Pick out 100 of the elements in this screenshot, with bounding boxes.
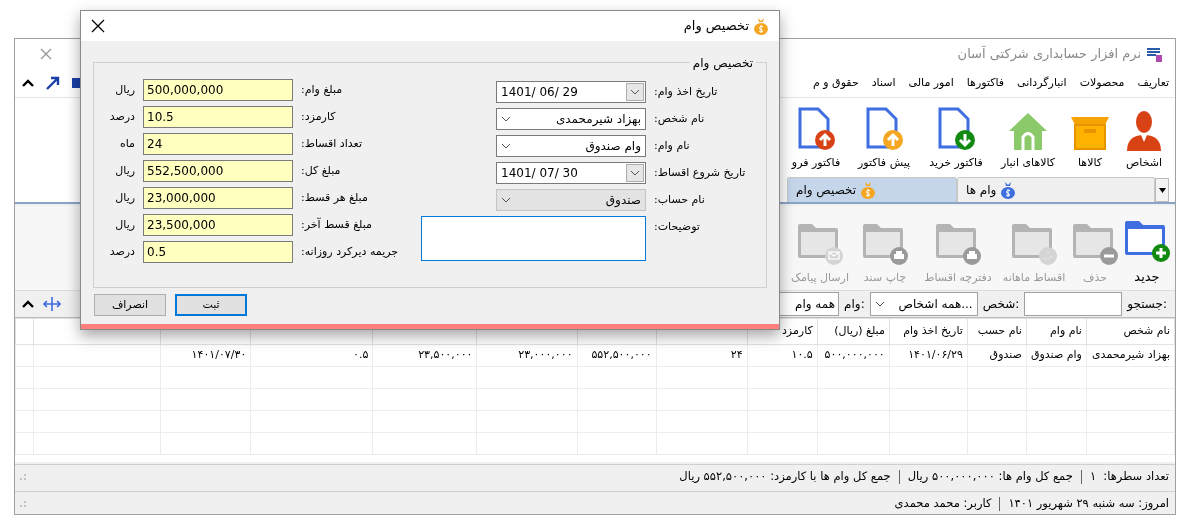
box-icon xyxy=(1069,114,1111,151)
folder-icon xyxy=(1071,221,1119,268)
text-field[interactable]: 23,500,000 xyxy=(143,214,293,236)
tab[interactable]: تخصیص وام xyxy=(787,177,957,202)
field-label: مبلغ کل: xyxy=(301,162,342,179)
table-cell: ۵۵۲,۵۰۰,۰۰۰ xyxy=(591,348,652,362)
table-cell: وام صندوق xyxy=(1030,348,1082,362)
money-bag-icon xyxy=(753,17,769,35)
search-field[interactable] xyxy=(1024,292,1123,316)
window-title: نرم افزار حسابداری شرکتی آسان xyxy=(957,44,1141,64)
unit-label: درصد xyxy=(108,108,135,125)
person-icon xyxy=(1126,108,1162,151)
folder-icon xyxy=(934,221,982,268)
resize-grip-icon xyxy=(19,500,27,508)
field-label: نام وام: xyxy=(654,138,691,154)
document-icon xyxy=(864,106,904,151)
close-icon[interactable] xyxy=(91,19,105,33)
text-field[interactable]: 23,000,000 xyxy=(143,187,293,209)
table-cell: ۱۴۰۱/۰۷/۳۰ xyxy=(191,348,247,362)
notes-field[interactable] xyxy=(421,216,646,261)
field-label: مبلغ وام: xyxy=(301,81,344,98)
status-text: جمع کل وام ها: ۵۰۰,۰۰۰,۰۰۰ ریال xyxy=(907,468,1073,486)
document-icon xyxy=(936,106,976,151)
chevron-down-icon xyxy=(501,143,511,149)
table-cell: ۲۳,۵۰۰,۰۰۰ xyxy=(418,348,473,362)
dropdown[interactable]: وام صندوق xyxy=(496,135,646,157)
house-icon xyxy=(1007,110,1049,151)
table-cell: صندوق xyxy=(989,348,1022,362)
dropdown[interactable]: بهزاد شیرمحمدی xyxy=(496,108,646,130)
folder-icon xyxy=(796,221,844,268)
caret-up-icon[interactable] xyxy=(21,299,35,309)
chevron-down-icon xyxy=(501,116,511,122)
menu-item[interactable]: تعاریف xyxy=(1137,74,1169,92)
field-label: تاریخ اخذ وام: xyxy=(654,84,719,100)
table-cell: ۱۰.۵ xyxy=(791,348,813,362)
triangle-down-icon xyxy=(1158,187,1166,193)
menu-item[interactable]: محصولات xyxy=(1079,74,1125,92)
menu-item[interactable]: امور مالی xyxy=(908,74,954,92)
footer-text: امروز: سه شنبه ۲۹ شهریور ۱۴۰۱ xyxy=(1008,495,1169,513)
toolbar-button[interactable]: اشخاص xyxy=(1117,108,1171,171)
menu-item[interactable]: انبارگردانی xyxy=(1017,74,1067,92)
loan-label: وام: xyxy=(844,296,865,313)
table-cell: ۱۴۰۱/۰۶/۲۹ xyxy=(908,348,963,362)
document-icon xyxy=(796,106,836,151)
dialog-title: تخصیص وام xyxy=(683,17,749,36)
toolbar-button[interactable]: فاکتور خرید xyxy=(921,106,991,171)
tab[interactable]: وام ها xyxy=(957,177,1155,202)
unit-label: ماه xyxy=(119,135,135,152)
caret-up-icon[interactable] xyxy=(21,78,35,88)
date-picker[interactable]: 1401/ 06/ 29 xyxy=(496,81,646,103)
text-field[interactable]: 0.5 xyxy=(143,241,293,263)
table-cell: ۵۰۰,۰۰۰,۰۰۰ xyxy=(824,348,885,362)
field-label: تاریخ شروع اقساط: xyxy=(654,165,747,181)
person-label: شخص: xyxy=(982,296,1020,313)
unit-label: ریال xyxy=(114,162,135,179)
toolbar-button[interactable]: پیش فاکتور xyxy=(849,106,919,171)
menu-item[interactable]: فاکتورها xyxy=(966,74,1005,92)
date-picker[interactable]: 1401/ 07/ 30 xyxy=(496,162,646,184)
folder-icon xyxy=(1010,221,1058,268)
field-label: مبلغ هر قسط: xyxy=(301,189,369,206)
field-label: نام شخص: xyxy=(654,111,706,127)
text-field[interactable]: 500,000,000 xyxy=(143,79,293,101)
chevron-down-icon xyxy=(874,301,885,307)
field-label: تعداد اقساط: xyxy=(301,135,363,152)
toolbar-button[interactable]: فاکتور فرو xyxy=(785,106,847,171)
toolbar-button[interactable]: کالاها xyxy=(1065,114,1115,171)
money-bag-icon xyxy=(860,181,877,199)
dialog-button[interactable]: ثبت xyxy=(175,294,247,316)
status-text: جمع کل وام ها با کارمزد: ۵۵۲,۵۰۰,۰۰۰ ریال xyxy=(679,468,891,486)
dropdown-button-icon[interactable] xyxy=(626,83,644,101)
field-label: جریمه دیرکرد روزانه: xyxy=(301,243,400,260)
field-label: کارمزد: xyxy=(301,108,337,125)
table-cell: ۲۳,۰۰۰,۰۰۰ xyxy=(518,348,573,362)
toolbar-button[interactable]: جدید xyxy=(1121,218,1173,286)
person-dropdown[interactable]: همه اشخاص... xyxy=(869,292,978,316)
arrow-icon[interactable] xyxy=(45,76,61,90)
text-field[interactable]: 10.5 xyxy=(143,106,293,128)
money-bag-icon xyxy=(1000,181,1017,199)
table-cell: ۲۴ xyxy=(730,348,743,362)
move-arrows-icon[interactable] xyxy=(43,296,61,312)
dialog-button[interactable]: انصراف xyxy=(94,294,166,316)
toolbar-button[interactable]: کالاهای انبار xyxy=(993,110,1063,171)
table-cell: بهزاد شیرمحمدی xyxy=(1092,348,1170,362)
folder-icon xyxy=(861,221,909,268)
menu-item[interactable]: حقوق و م xyxy=(813,74,859,92)
tab-menu-button[interactable] xyxy=(1155,178,1169,202)
field-label: مبلغ قسط آخر: xyxy=(301,216,373,233)
text-field[interactable]: 552,500,000 xyxy=(143,160,293,182)
dropdown-button-icon[interactable] xyxy=(626,164,644,182)
app-logo-icon xyxy=(1145,45,1163,63)
menu-item[interactable]: اسناد xyxy=(871,74,896,92)
folder-icon xyxy=(1123,218,1171,265)
status-text: تعداد سطرها: ۱ xyxy=(1089,468,1169,486)
unit-label: ریال xyxy=(114,216,135,233)
field-label: توضیحات: xyxy=(654,219,701,235)
table-cell: ۰.۵ xyxy=(353,348,369,362)
unit-label: درصد xyxy=(108,243,135,260)
unit-label: ریال xyxy=(114,189,135,206)
search-label: جستجو: xyxy=(1127,296,1167,313)
text-field[interactable]: 24 xyxy=(143,133,293,155)
